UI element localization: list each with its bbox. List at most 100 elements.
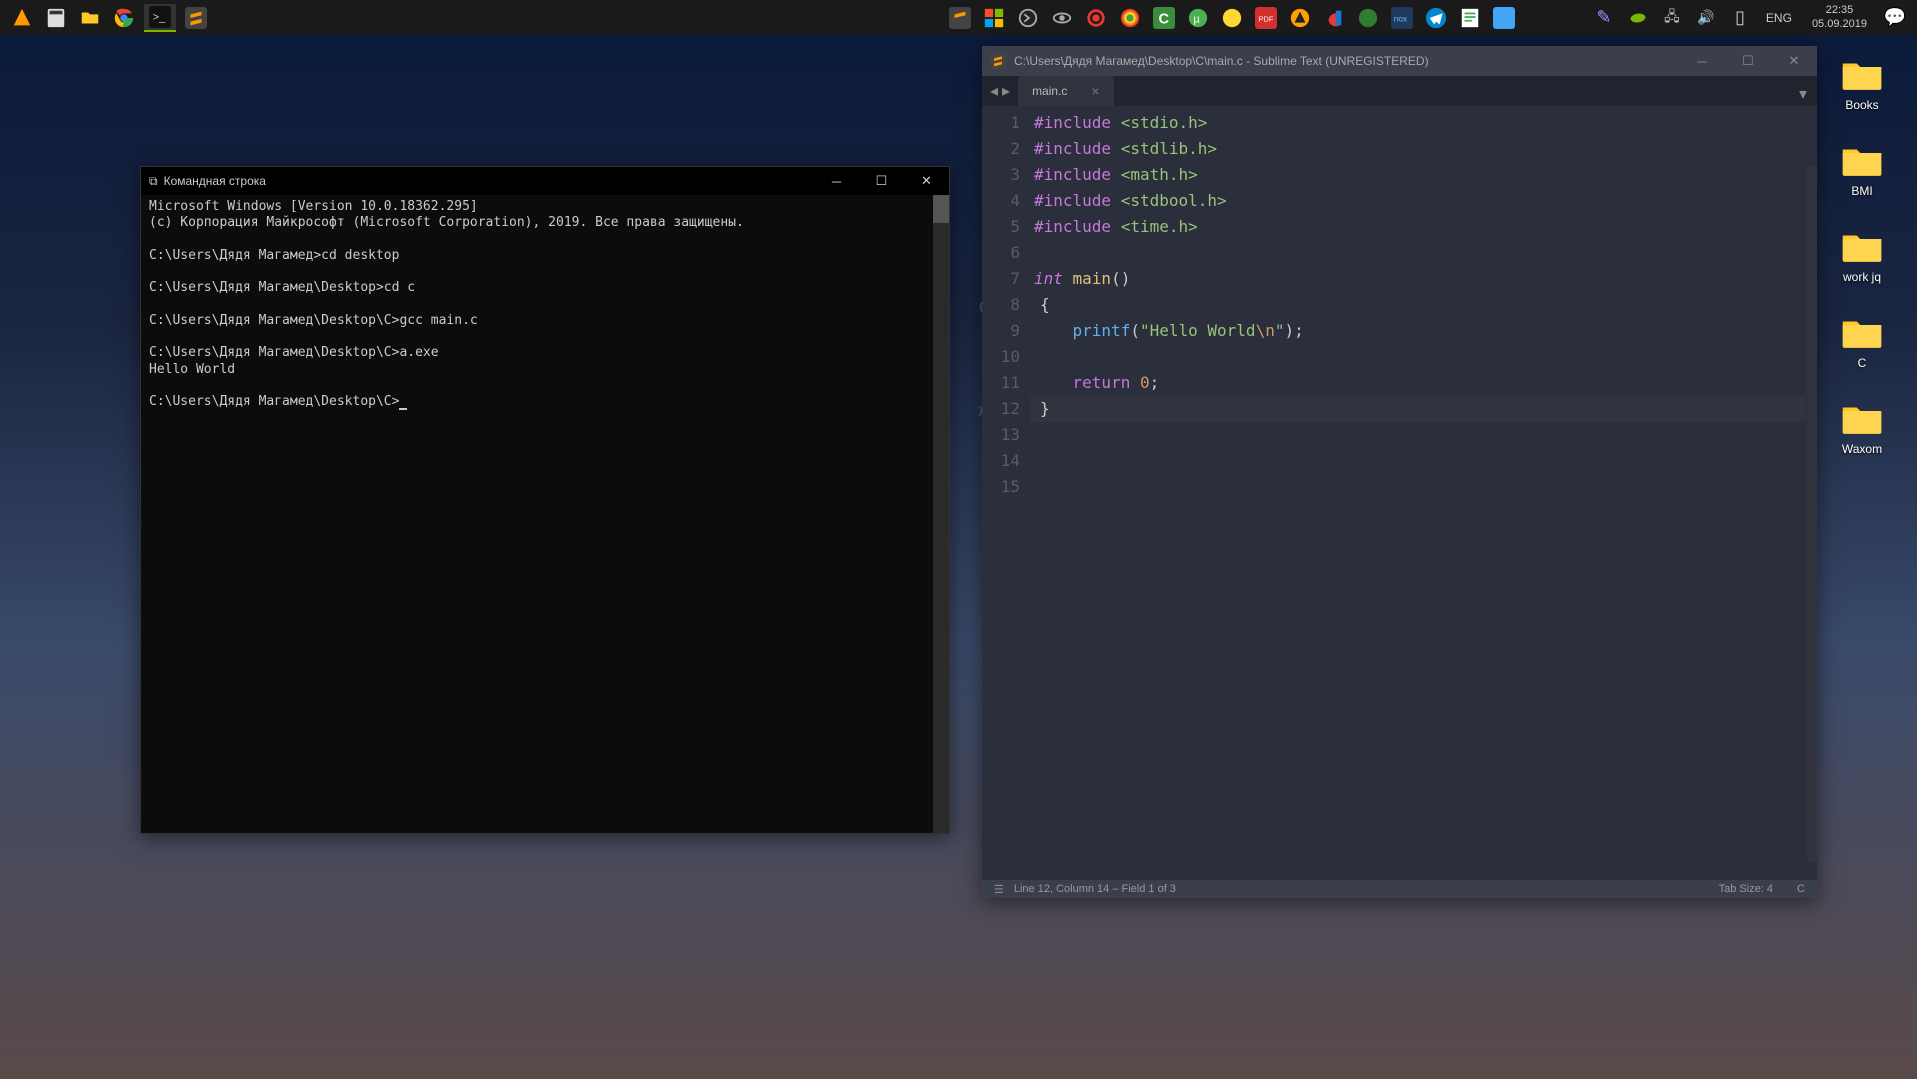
code-line: #include <time.h> bbox=[1034, 214, 1817, 240]
tray-language[interactable]: ENG bbox=[1760, 11, 1798, 25]
svg-text:C: C bbox=[1158, 11, 1169, 27]
code-line: #include <math.h> bbox=[1034, 162, 1817, 188]
tray-battery-icon[interactable]: ▯ bbox=[1726, 4, 1754, 32]
editor-scrollbar[interactable] bbox=[1807, 166, 1817, 862]
status-tabsize[interactable]: Tab Size: 4 bbox=[1719, 883, 1773, 895]
code-line bbox=[1034, 344, 1817, 370]
cmd-scrollbar[interactable] bbox=[933, 195, 949, 833]
sublime-statusbar: ☰ Line 12, Column 14 – Field 1 of 3 Tab … bbox=[982, 880, 1817, 898]
taskbar-terminal-icon[interactable]: >_ bbox=[144, 4, 176, 32]
tray-yellow-icon[interactable] bbox=[1218, 4, 1246, 32]
sublime-maximize-button[interactable]: ☐ bbox=[1725, 46, 1771, 76]
tray-notepad-icon[interactable] bbox=[1456, 4, 1484, 32]
tray-telegram-icon[interactable] bbox=[1422, 4, 1450, 32]
line-number: 7 bbox=[982, 266, 1020, 292]
desktop-folder-workjq[interactable]: work jq bbox=[1827, 228, 1897, 284]
tray-eye-icon[interactable] bbox=[1048, 4, 1076, 32]
desktop-folder-c[interactable]: C bbox=[1827, 314, 1897, 370]
cmd-line: C:\Users\Дядя Магамед\Desktop\C>gcc main… bbox=[149, 313, 478, 328]
taskbar-app-icon[interactable] bbox=[8, 4, 36, 32]
fold-open-icon[interactable]: { bbox=[978, 302, 984, 313]
line-number: 12 bbox=[982, 396, 1020, 422]
status-position[interactable]: Line 12, Column 14 – Field 1 of 3 bbox=[1014, 883, 1176, 895]
desktop-folder-books[interactable]: Books bbox=[1827, 56, 1897, 112]
tray-torrent-icon[interactable]: µ bbox=[1184, 4, 1212, 32]
taskbar-sublime-icon[interactable] bbox=[182, 4, 210, 32]
cmd-icon: ⧉ bbox=[149, 174, 158, 189]
code-line: #include <stdio.h> bbox=[1034, 110, 1817, 136]
cmd-cursor bbox=[399, 408, 407, 410]
code-line: {{ bbox=[1034, 292, 1817, 318]
svg-text:µ: µ bbox=[1193, 13, 1200, 25]
sublime-editor[interactable]: 1 2 3 4 5 6 7 8 9 10 11 12 13 14 15 #inc… bbox=[982, 106, 1817, 880]
cmd-body[interactable]: Microsoft Windows [Version 10.0.18362.29… bbox=[141, 195, 949, 833]
sublime-close-button[interactable]: ✕ bbox=[1771, 46, 1817, 76]
cmd-line: C:\Users\Дядя Магамед\Desktop>cd c bbox=[149, 280, 415, 295]
sublime-minimize-button[interactable]: ─ bbox=[1679, 46, 1725, 76]
line-number: 13 bbox=[982, 422, 1020, 448]
sublime-window: C:\Users\Дядя Магамед\Desktop\C\main.c -… bbox=[982, 46, 1817, 898]
cmd-scroll-thumb[interactable] bbox=[933, 195, 949, 223]
status-menu-icon[interactable]: ☰ bbox=[994, 883, 1004, 896]
cmd-titlebar[interactable]: ⧉ Командная строка ─ ☐ ✕ bbox=[141, 167, 949, 195]
taskbar-right: C µ PDF nox ✎ 🖧 🔊 ▯ ENG 22:35 05.09.2019… bbox=[946, 4, 1909, 32]
taskbar-calc-icon[interactable] bbox=[42, 4, 70, 32]
tray-pdf-icon[interactable]: PDF bbox=[1252, 4, 1280, 32]
code-line bbox=[1034, 422, 1817, 448]
desktop-folder-bmi[interactable]: BMI bbox=[1827, 142, 1897, 198]
clock-date: 05.09.2019 bbox=[1812, 18, 1867, 31]
tray-blue-icon[interactable] bbox=[1490, 4, 1518, 32]
status-syntax[interactable]: C bbox=[1797, 883, 1805, 895]
tray-aimp-icon[interactable] bbox=[1286, 4, 1314, 32]
tray-network-icon[interactable]: 🖧 bbox=[1658, 4, 1686, 32]
sublime-titlebar[interactable]: C:\Users\Дядя Магамед\Desktop\C\main.c -… bbox=[982, 46, 1817, 76]
desktop-icons: Books BMI work jq C Waxom bbox=[1827, 56, 1897, 456]
tray-ms-icon[interactable] bbox=[980, 4, 1008, 32]
tray-nox-icon[interactable]: nox bbox=[1388, 4, 1416, 32]
line-number: 5 bbox=[982, 214, 1020, 240]
fold-close-icon[interactable]: } bbox=[978, 406, 984, 417]
desktop-folder-label: Waxom bbox=[1842, 442, 1882, 456]
desktop-folder-waxom[interactable]: Waxom bbox=[1827, 400, 1897, 456]
code-line: #include <stdbool.h> bbox=[1034, 188, 1817, 214]
taskbar-chrome-icon[interactable] bbox=[110, 4, 138, 32]
tab-nav-forward-icon[interactable]: ▸ bbox=[1002, 81, 1010, 101]
tray-rainbow-icon[interactable] bbox=[1116, 4, 1144, 32]
svg-text:nox: nox bbox=[1394, 14, 1408, 23]
taskbar: >_ C µ PDF nox ✎ 🖧 🔊 ▯ ENG 22:35 05.09.2… bbox=[0, 0, 1917, 35]
sublime-title: C:\Users\Дядя Магамед\Desktop\C\main.c -… bbox=[1014, 54, 1429, 68]
tray-sublime-icon[interactable] bbox=[946, 4, 974, 32]
cmd-maximize-button[interactable]: ☐ bbox=[859, 167, 904, 195]
tray-notifications-icon[interactable]: 💬 bbox=[1881, 4, 1909, 32]
code-area[interactable]: #include <stdio.h> #include <stdlib.h> #… bbox=[1030, 106, 1817, 880]
cmd-line: C:\Users\Дядя Магамед>cd desktop bbox=[149, 248, 399, 263]
desktop-folder-label: BMI bbox=[1851, 184, 1872, 198]
tray-pen-icon[interactable]: ✎ bbox=[1590, 4, 1618, 32]
tray-ccleaner-icon[interactable] bbox=[1320, 4, 1348, 32]
tray-record-icon[interactable] bbox=[1082, 4, 1110, 32]
cmd-window: ⧉ Командная строка ─ ☐ ✕ Microsoft Windo… bbox=[140, 166, 950, 834]
tray-volume-icon[interactable]: 🔊 bbox=[1692, 4, 1720, 32]
taskbar-explorer-icon[interactable] bbox=[76, 4, 104, 32]
cmd-line: C:\Users\Дядя Магамед\Desktop\C> bbox=[149, 394, 399, 409]
tray-dark-icon[interactable] bbox=[1354, 4, 1382, 32]
tray-camtasia-icon[interactable]: C bbox=[1150, 4, 1178, 32]
line-number: 4 bbox=[982, 188, 1020, 214]
gutter: 1 2 3 4 5 6 7 8 9 10 11 12 13 14 15 bbox=[982, 106, 1030, 880]
tray-circle-icon[interactable] bbox=[1014, 4, 1042, 32]
sublime-app-icon bbox=[990, 53, 1006, 69]
sublime-tab-mainc[interactable]: main.c × bbox=[1018, 76, 1114, 106]
code-line: int main() bbox=[1034, 266, 1817, 292]
cmd-line: C:\Users\Дядя Магамед\Desktop\C>a.exe bbox=[149, 345, 439, 360]
tray-clock[interactable]: 22:35 05.09.2019 bbox=[1804, 4, 1875, 30]
tab-dropdown-icon[interactable]: ▾ bbox=[1799, 84, 1807, 104]
desktop-folder-label: Books bbox=[1845, 98, 1878, 112]
tab-close-icon[interactable]: × bbox=[1091, 83, 1099, 99]
cmd-minimize-button[interactable]: ─ bbox=[814, 167, 859, 195]
sublime-tabbar: ◂ ▸ main.c × ▾ bbox=[982, 76, 1817, 106]
line-number: 15 bbox=[982, 474, 1020, 500]
desktop-folder-label: C bbox=[1858, 356, 1867, 370]
tab-nav-back-icon[interactable]: ◂ bbox=[990, 81, 998, 101]
cmd-close-button[interactable]: ✕ bbox=[904, 167, 949, 195]
tray-nvidia-icon[interactable] bbox=[1624, 4, 1652, 32]
